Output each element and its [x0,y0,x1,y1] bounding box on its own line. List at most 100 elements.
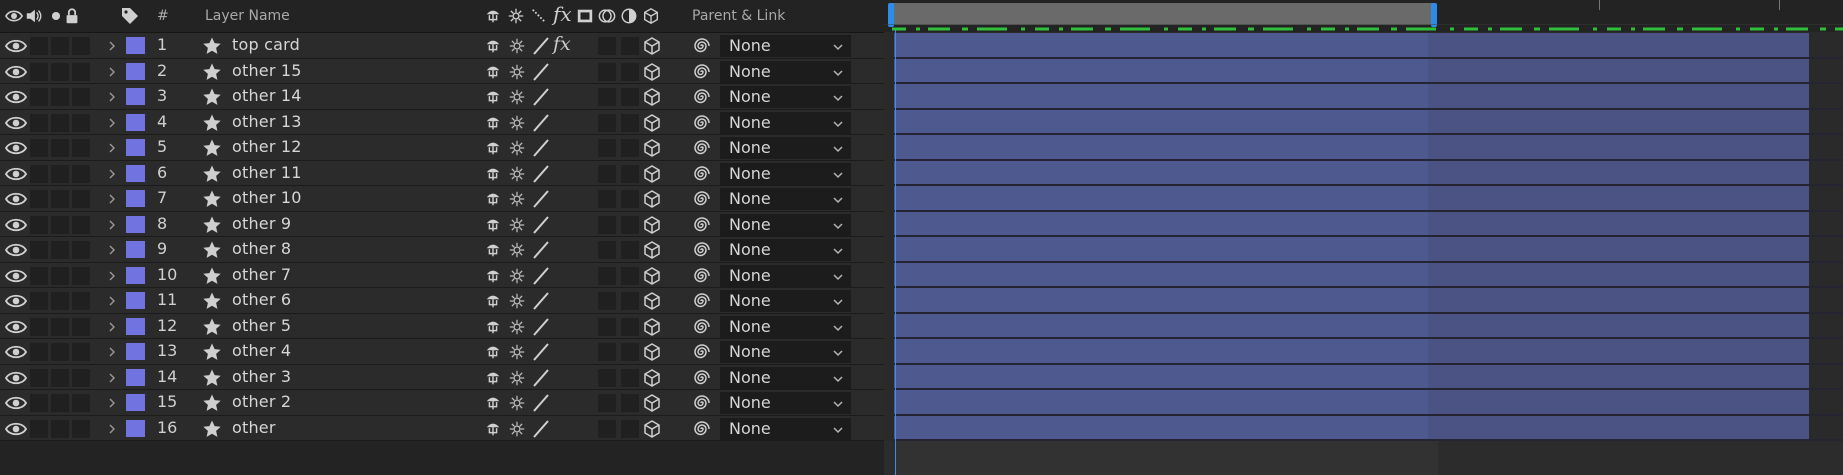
eye-icon[interactable] [4,190,28,208]
layer-duration-bar[interactable] [894,313,1843,339]
timeline-graph-area[interactable] [884,0,1843,475]
motion-blur-switch[interactable] [598,37,616,55]
pick-whip-spiral-icon[interactable] [692,240,712,260]
layer-name[interactable]: other 5 [232,316,291,335]
shy-icon[interactable] [484,114,502,132]
shy-icon[interactable] [484,420,502,438]
parent-dropdown[interactable]: None [720,162,851,185]
motion-blur-switch[interactable] [598,394,616,412]
audio-switch[interactable] [30,394,48,412]
parent-link-column-header[interactable]: Parent & Link [692,8,785,24]
layer-duration-bar[interactable] [894,58,1843,84]
3d-layer-cube-icon[interactable] [642,368,662,388]
collapse-sun-icon[interactable] [508,190,526,208]
current-time-indicator[interactable] [895,30,896,475]
parent-dropdown[interactable]: None [720,35,851,57]
layer-duration-bar[interactable] [894,84,1843,110]
audio-switch[interactable] [30,343,48,361]
expand-chevron-icon[interactable] [107,37,117,55]
layer-row[interactable]: 11 other 6 None [0,288,884,314]
shy-icon[interactable] [484,37,502,55]
quality-slash-icon[interactable] [530,62,552,82]
parent-dropdown[interactable]: None [720,366,851,389]
layer-row[interactable]: 5 other 12 None [0,135,884,161]
audio-switch[interactable] [30,190,48,208]
pick-whip-spiral-icon[interactable] [692,291,712,311]
collapse-sun-icon[interactable] [508,139,526,157]
collapse-sun-icon[interactable] [508,394,526,412]
layer-row[interactable]: 15 other 2 None [0,390,884,416]
layer-name[interactable]: other 2 [232,392,291,411]
expand-chevron-icon[interactable] [107,63,117,81]
shy-icon[interactable] [484,139,502,157]
pick-whip-spiral-icon[interactable] [692,342,712,362]
work-area-bar[interactable] [890,3,1436,25]
layer-duration-bar[interactable] [894,288,1843,314]
parent-dropdown[interactable]: None [720,341,851,363]
expand-chevron-icon[interactable] [107,318,117,336]
label-tag-icon[interactable] [120,6,140,26]
solo-switch[interactable] [51,215,69,234]
adjustment-switch[interactable] [621,317,639,336]
frame-blending-film-icon[interactable] [576,7,594,25]
label-color-swatch[interactable] [126,266,145,284]
expand-chevron-icon[interactable] [107,369,117,387]
audio-switch[interactable] [30,241,48,259]
audio-switch[interactable] [30,215,48,234]
effects-column-header[interactable]: fx [553,2,572,26]
parent-dropdown[interactable]: None [720,60,851,83]
shy-icon[interactable] [484,165,502,183]
quality-slash-icon[interactable] [530,138,552,158]
lock-switch[interactable] [72,368,90,387]
eye-icon[interactable] [4,88,28,106]
time-ruler[interactable] [884,0,1843,32]
pick-whip-spiral-icon[interactable] [692,368,712,388]
expand-chevron-icon[interactable] [107,267,117,285]
layer-name[interactable]: other [232,418,276,437]
motion-blur-switch[interactable] [598,62,616,81]
quality-slash-icon[interactable] [530,342,552,362]
label-color-swatch[interactable] [126,113,145,131]
collapse-sun-icon[interactable] [508,343,526,361]
lock-switch[interactable] [72,88,90,106]
adjustment-switch[interactable] [621,37,639,55]
3d-layer-cube-icon[interactable] [642,393,662,413]
pick-whip-spiral-icon[interactable] [692,138,712,158]
pick-whip-spiral-icon[interactable] [692,419,712,439]
motion-blur-icon[interactable] [598,7,616,25]
lock-switch[interactable] [72,292,90,310]
lock-switch[interactable] [72,394,90,412]
label-color-swatch[interactable] [126,190,145,207]
layer-duration-bar[interactable] [894,339,1843,365]
audio-switch[interactable] [30,317,48,336]
3d-layer-cube-icon[interactable] [642,291,662,311]
solo-switch[interactable] [51,266,69,285]
adjustment-switch[interactable] [621,292,639,310]
quality-slash-icon[interactable] [530,368,552,388]
adjustment-switch[interactable] [621,419,639,438]
collapse-sun-icon[interactable] [508,165,526,183]
audio-switch[interactable] [30,419,48,438]
label-color-swatch[interactable] [126,317,145,335]
motion-blur-switch[interactable] [598,419,616,438]
quality-slash-icon[interactable] [530,189,552,209]
motion-blur-switch[interactable] [598,368,616,387]
collapse-sun-icon[interactable] [508,318,526,336]
adjustment-layer-icon[interactable] [620,7,638,25]
shy-icon[interactable] [484,267,502,285]
adjustment-switch[interactable] [621,215,639,234]
lock-switch[interactable] [72,62,90,81]
label-color-swatch[interactable] [126,419,145,437]
effect-fx-switch[interactable]: fx [553,33,571,55]
adjustment-switch[interactable] [621,266,639,285]
motion-blur-switch[interactable] [598,113,616,132]
3d-layer-cube-icon[interactable] [642,240,662,260]
adjustment-switch[interactable] [621,368,639,387]
layer-row[interactable]: 16 other None [0,415,884,441]
quality-slash-icon[interactable] [530,113,552,133]
solo-switch[interactable] [51,368,69,387]
parent-dropdown[interactable]: None [720,239,851,261]
3d-layer-cube-icon[interactable] [642,113,662,133]
3d-layer-cube-icon[interactable] [642,36,662,56]
timeline-empty-area[interactable] [884,441,1843,475]
